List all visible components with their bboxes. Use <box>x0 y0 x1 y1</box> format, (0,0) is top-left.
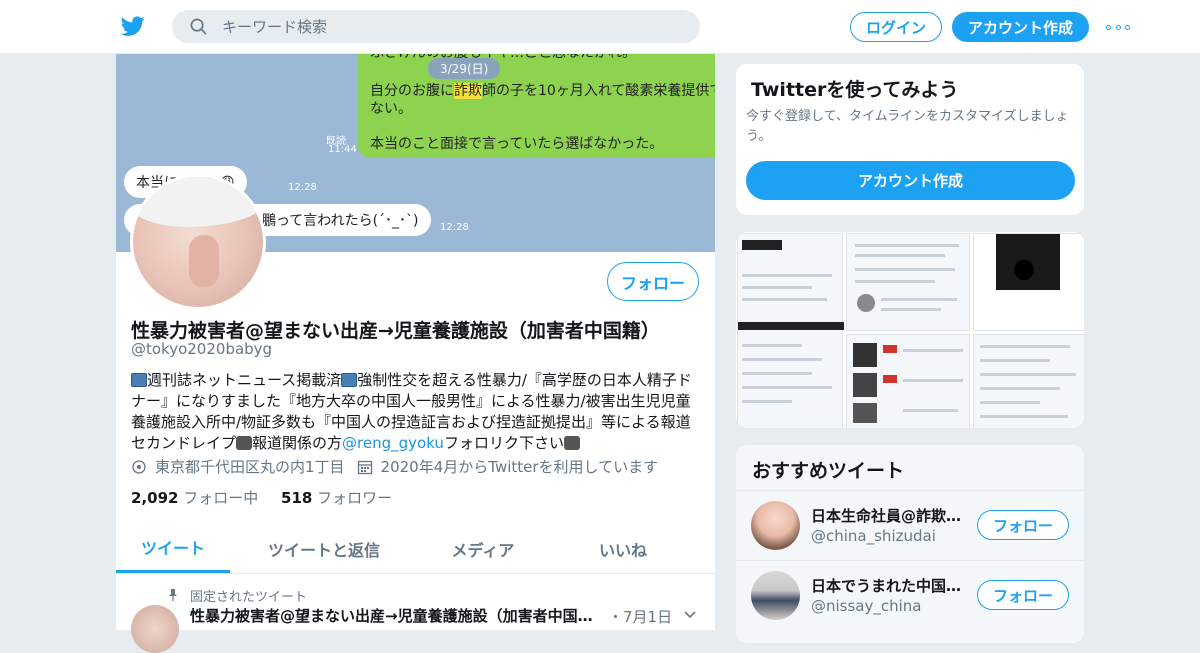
media-thumb-2[interactable] <box>846 233 970 331</box>
bio-mention-link[interactable]: @reng_gyoku <box>342 434 444 452</box>
media-thumb-1[interactable] <box>737 233 844 428</box>
profile-avatar[interactable] <box>130 174 266 310</box>
profile-joined: 2020年4月からTwitterを利用しています <box>380 458 659 476</box>
chat-time-2: 12:28 <box>288 182 317 193</box>
chat-text-line0: ふざけんのお腹もイキ…こと思なたかれ。 <box>370 54 636 62</box>
book-emoji-icon <box>341 373 358 387</box>
avatar[interactable] <box>751 501 800 550</box>
chat-date-pill: 3/29(日) <box>428 58 501 79</box>
recommended-tweets: おすすめツイート 日本生命社員@詐欺師… @china_shizudai フォロ… <box>735 444 1085 644</box>
pinned-tweet[interactable]: 固定されたツイート 性暴力被害者@望まない出産→児童養護施設（加害者中国… ・7… <box>116 575 715 653</box>
list-item[interactable]: 日本生命社員@詐欺師… @china_shizudai フォロー <box>736 490 1084 559</box>
list-item[interactable]: 日本でうまれた中国人… @nissay_china フォロー <box>736 560 1084 629</box>
chat-text-line2: ない。 <box>370 101 412 117</box>
media-thumb-5[interactable] <box>973 334 1084 428</box>
profile-handle: @tokyo2020babyg <box>131 340 273 358</box>
tab-likes[interactable]: いいね <box>548 524 698 573</box>
followers-count[interactable]: 518 <box>281 489 312 507</box>
following-label[interactable]: フォロー中 <box>183 489 258 507</box>
tab-media[interactable]: メディア <box>418 524 548 573</box>
tweet-date[interactable]: ・7月1日 <box>608 606 672 627</box>
try-twitter-card: Twitterを使ってみよう 今すぐ登録して、タイムラインをカスタマイズしましょ… <box>735 63 1085 216</box>
try-twitter-title: Twitterを使ってみよう <box>751 79 959 101</box>
avatar[interactable] <box>751 571 800 620</box>
pinned-label: 固定されたツイート <box>190 590 308 605</box>
media-grid <box>735 231 1085 429</box>
signup-button[interactable]: アカウント作成 <box>952 12 1089 42</box>
recommended-title: おすすめツイート <box>752 460 905 482</box>
following-count[interactable]: 2,092 <box>131 489 178 507</box>
search-box[interactable] <box>172 10 700 43</box>
chat-text-line1: 自分のお腹に詐欺師の子を10ヶ月入れて酸素栄養提供て <box>370 83 715 99</box>
profile-meta: 東京都千代田区丸の内1丁目 2020年4月からTwitterを利用しています <box>131 456 658 477</box>
chat-time-1: 11:44 <box>328 144 357 155</box>
search-input[interactable] <box>222 10 682 43</box>
reco-handle[interactable]: @nissay_china <box>811 597 922 615</box>
reco-follow-button[interactable]: フォロー <box>977 510 1069 540</box>
profile-name: 性暴力被害者@望まない出産→児童養護施設（加害者中国籍） <box>131 320 660 342</box>
top-navigation-bar: ログイン アカウント作成 <box>0 0 1200 54</box>
follow-button[interactable]: フォロー <box>607 262 699 301</box>
reco-handle[interactable]: @china_shizudai <box>811 527 936 545</box>
camera-emoji-icon <box>236 436 253 450</box>
chat-text-line3: 本当のこと面接で言っていたら選ばなかった。 <box>370 136 664 152</box>
media-thumb-3[interactable] <box>846 334 970 428</box>
media-thumb-4[interactable] <box>973 233 1084 331</box>
reco-name[interactable]: 日本でうまれた中国人… <box>811 575 971 596</box>
chevron-down-icon[interactable] <box>684 611 696 619</box>
profile-stats: 2,092 フォロー中 518 フォロワー <box>131 487 410 508</box>
try-twitter-desc: 今すぐ登録して、タイムラインをカスタマイズしましょう。 <box>746 109 1069 144</box>
create-account-button[interactable]: アカウント作成 <box>746 161 1075 200</box>
reco-follow-button[interactable]: フォロー <box>977 580 1069 610</box>
chat-time-3: 12:28 <box>440 222 469 233</box>
tweet-author-name[interactable]: 性暴力被害者@望まない出産→児童養護施設（加害者中国… <box>190 605 593 626</box>
more-dots-icon[interactable] <box>1106 17 1130 37</box>
twitter-bird-icon[interactable] <box>120 14 146 38</box>
location-pin-icon <box>132 459 146 474</box>
pin-icon <box>169 589 177 601</box>
profile-tabs: ツイート ツイートと返信 メディア いいね <box>116 524 715 574</box>
reco-name[interactable]: 日本生命社員@詐欺師… <box>811 505 971 526</box>
tab-tweets-replies[interactable]: ツイートと返信 <box>230 524 418 573</box>
calendar-icon <box>357 460 372 474</box>
profile-location: 東京都千代田区丸の内1丁目 <box>155 458 345 476</box>
camera-emoji-icon <box>563 436 580 450</box>
book-emoji-icon <box>131 373 147 387</box>
profile-column: ふざけんのお腹もイキ…こと思なたかれ。 3/29(日) 自分のお腹に詐欺師の子を… <box>116 54 715 653</box>
search-icon <box>190 18 207 35</box>
login-button[interactable]: ログイン <box>850 12 942 42</box>
followers-label[interactable]: フォロワー <box>317 489 392 507</box>
profile-bio: 週刊誌ネットニュース掲載済 強制性交を超える性暴力/『高学歴の日本人精子ドナー』に… <box>131 371 692 452</box>
tweet-avatar[interactable] <box>131 605 179 653</box>
tab-tweets[interactable]: ツイート <box>116 524 230 573</box>
